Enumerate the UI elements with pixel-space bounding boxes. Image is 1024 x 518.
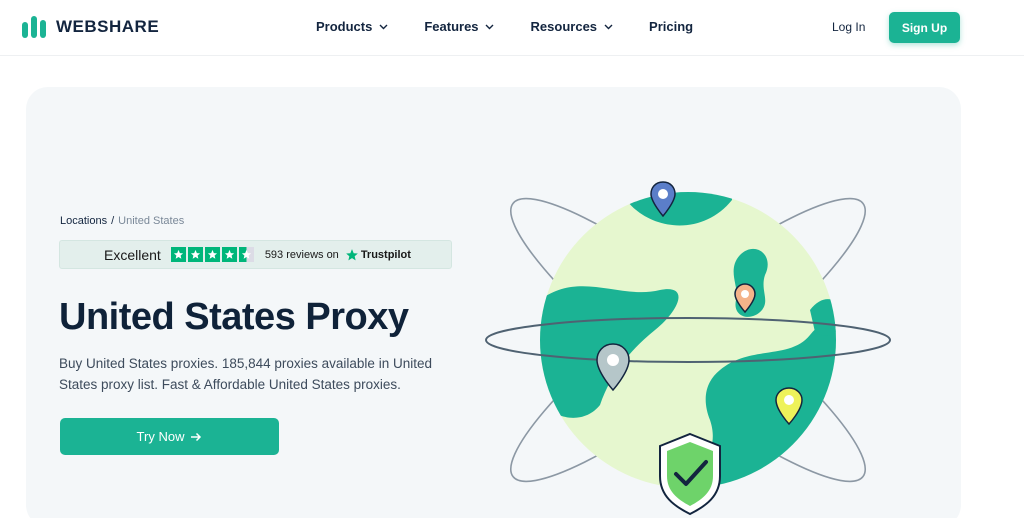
chevron-down-icon — [603, 22, 613, 32]
site-header: WEBSHARE Products Features Resources Pri… — [0, 0, 1024, 56]
breadcrumb-current: United States — [118, 215, 185, 227]
nav-item-resources[interactable]: Resources — [531, 19, 613, 34]
chevron-down-icon — [378, 22, 388, 32]
chevron-down-icon — [485, 22, 495, 32]
trustpilot-widget[interactable]: Excellent 593 reviews on Trustpilot — [59, 240, 452, 269]
half-star-icon — [238, 247, 254, 262]
trustpilot-brand: Trustpilot — [360, 248, 411, 261]
breadcrumb: Locations / United States — [60, 215, 184, 227]
nav-label: Products — [316, 19, 373, 34]
logo[interactable]: WEBSHARE — [22, 16, 159, 38]
breadcrumb-locations[interactable]: Locations — [60, 215, 107, 227]
nav-label: Features — [424, 19, 479, 34]
main-nav: Products Features Resources Pricing — [316, 19, 693, 34]
trustpilot-star-icon — [345, 248, 358, 260]
nav-item-pricing[interactable]: Pricing — [649, 19, 693, 34]
nav-item-features[interactable]: Features — [424, 19, 494, 34]
nav-item-products[interactable]: Products — [316, 19, 388, 34]
breadcrumb-separator: / — [111, 215, 115, 227]
logo-text: WEBSHARE — [56, 17, 160, 36]
nav-label: Resources — [530, 19, 598, 34]
signup-button[interactable]: Sign Up — [889, 12, 960, 43]
try-now-label: Try Now — [136, 429, 185, 444]
arrow-right-icon — [191, 432, 202, 441]
star-icon — [204, 247, 220, 262]
page-title: United States Proxy — [59, 296, 409, 338]
star-icon — [187, 247, 203, 262]
logo-icon — [22, 16, 48, 38]
globe-illustration — [485, 181, 891, 516]
try-now-button[interactable]: Try Now — [60, 418, 279, 455]
star-icon — [170, 247, 186, 262]
trustpilot-logo: Trustpilot — [345, 248, 411, 262]
login-link[interactable]: Log In — [832, 20, 865, 34]
trustpilot-rating-label: Excellent — [104, 246, 161, 263]
trustpilot-reviews: 593 reviews on — [264, 248, 339, 261]
shield-check-icon — [659, 432, 721, 516]
star-icon — [221, 247, 237, 262]
trustpilot-stars — [170, 247, 254, 262]
hero-description: Buy United States proxies. 185,844 proxi… — [59, 356, 432, 392]
nav-label: Pricing — [649, 19, 694, 34]
